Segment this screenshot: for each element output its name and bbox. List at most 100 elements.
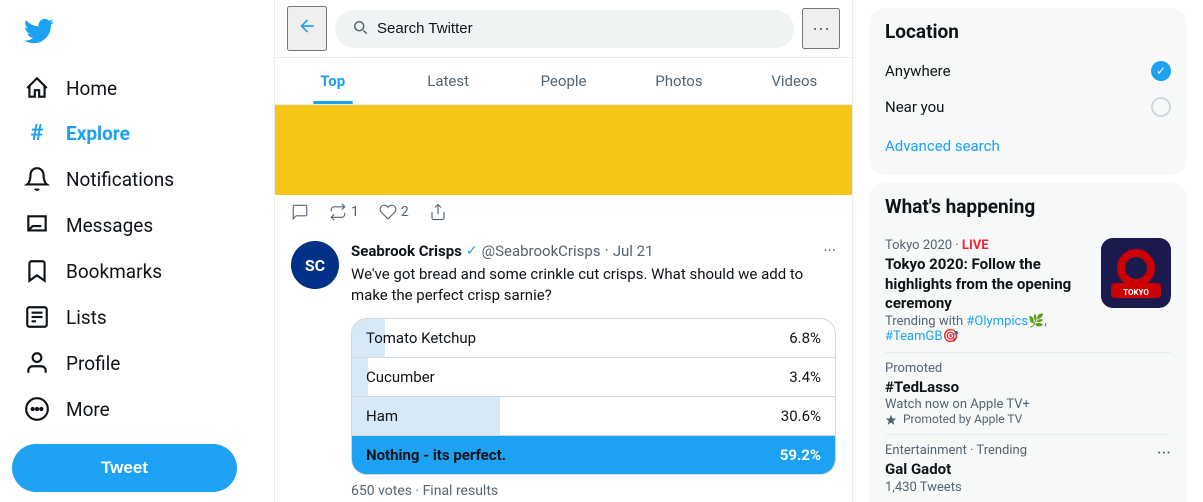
wh-sub: Trending with #Olympics🌿, #TeamGB🎯 bbox=[885, 314, 1091, 344]
sidebar: Home # Explore Notifications Messages Bo… bbox=[0, 0, 275, 502]
poll-option-pct: 59.2% bbox=[780, 446, 821, 464]
tweet-poll: Tomato Ketchup 6.8% Cucumber 3.4% Ham 30… bbox=[351, 318, 836, 475]
wh-name[interactable]: Gal Gadot bbox=[885, 460, 1147, 480]
sidebar-item-home[interactable]: Home bbox=[12, 65, 129, 111]
poll-option-4[interactable]: Nothing - its perfect. 59.2% bbox=[352, 436, 835, 474]
poll-option-3[interactable]: Ham 30.6% bbox=[352, 397, 835, 436]
wh-meta: Promoted bbox=[885, 361, 1171, 376]
avatar-seabrook: SC bbox=[291, 241, 339, 289]
poll-option-label: Cucumber bbox=[366, 368, 435, 386]
wh-meta: Entertainment · Trending bbox=[885, 443, 1147, 458]
sidebar-item-label: Profile bbox=[66, 352, 120, 375]
radio-anywhere[interactable] bbox=[1151, 61, 1171, 81]
tweet-dot: · bbox=[605, 241, 609, 260]
poll-option-label: Ham bbox=[366, 407, 398, 425]
search-box bbox=[335, 10, 794, 48]
home-icon bbox=[24, 75, 50, 101]
search-input[interactable] bbox=[377, 20, 778, 37]
wh-item-tokyo: Tokyo 2020 · LIVE Tokyo 2020: Follow the… bbox=[885, 230, 1171, 353]
sidebar-item-label: Explore bbox=[66, 122, 130, 145]
tab-videos[interactable]: Videos bbox=[737, 58, 852, 104]
sidebar-item-more[interactable]: More bbox=[12, 386, 122, 432]
sidebar-item-bookmarks[interactable]: Bookmarks bbox=[12, 248, 174, 294]
wh-name[interactable]: #TedLasso bbox=[885, 378, 1171, 398]
profile-icon bbox=[24, 350, 50, 376]
yellow-banner-image bbox=[275, 105, 852, 195]
tabs-bar: Top Latest People Photos Videos bbox=[275, 58, 852, 105]
wh-sub: Watch now on Apple TV+ bbox=[885, 397, 1171, 412]
tab-photos[interactable]: Photos bbox=[621, 58, 736, 104]
tweet-text: We've got bread and some crinkle cut cri… bbox=[351, 264, 836, 306]
wh-content-galgadot: Entertainment · Trending Gal Gadot 1,430… bbox=[885, 443, 1147, 495]
explore-icon: # bbox=[24, 121, 50, 146]
wh-content-tokyo: Tokyo 2020 · LIVE Tokyo 2020: Follow the… bbox=[885, 238, 1091, 344]
whats-happening-title: What's happening bbox=[885, 195, 1171, 218]
svg-text:SC: SC bbox=[305, 256, 325, 275]
wh-thumbnail-tokyo: TOKYO bbox=[1101, 238, 1171, 308]
poll-option-pct: 6.8% bbox=[789, 329, 821, 347]
bookmarks-icon bbox=[24, 258, 50, 284]
search-more-button[interactable]: ··· bbox=[802, 8, 840, 49]
poll-option-label: Tomato Ketchup bbox=[366, 329, 476, 347]
poll-footer: 650 votes · Final results bbox=[351, 483, 836, 499]
search-bar-area: ··· bbox=[275, 0, 852, 58]
poll-option-pct: 3.4% bbox=[789, 368, 821, 386]
sidebar-item-label: Notifications bbox=[66, 168, 174, 191]
wh-item-galgadot: Entertainment · Trending Gal Gadot 1,430… bbox=[885, 435, 1171, 502]
poll-option-label: Nothing - its perfect. bbox=[366, 446, 506, 464]
twitter-logo[interactable] bbox=[12, 8, 262, 61]
wh-name[interactable]: Tokyo 2020: Follow the highlights from t… bbox=[885, 255, 1091, 314]
location-section: Location Anywhere Near you Advanced sear… bbox=[869, 8, 1187, 175]
tweet-action-row: 1 2 bbox=[275, 195, 852, 229]
wh-meta: Tokyo 2020 · LIVE bbox=[885, 238, 1091, 253]
retweet-count: 1 bbox=[351, 204, 359, 220]
tab-people[interactable]: People bbox=[506, 58, 621, 104]
right-sidebar: Location Anywhere Near you Advanced sear… bbox=[853, 0, 1203, 502]
tweet-name: Seabrook Crisps bbox=[351, 242, 462, 260]
wh-more-button[interactable]: ··· bbox=[1157, 443, 1171, 464]
retweet-action[interactable]: 1 bbox=[329, 203, 359, 221]
whats-happening-section: What's happening Tokyo 2020 · LIVE Tokyo… bbox=[869, 183, 1187, 502]
back-button[interactable] bbox=[287, 6, 327, 51]
wh-content-tedlasso: Promoted #TedLasso Watch now on Apple TV… bbox=[885, 361, 1171, 427]
sidebar-item-explore[interactable]: # Explore bbox=[12, 111, 142, 156]
notifications-icon bbox=[24, 166, 50, 192]
tweet-user-info: Seabrook Crisps ✓ @SeabrookCrisps · Jul … bbox=[351, 241, 654, 260]
location-option-anywhere[interactable]: Anywhere bbox=[885, 53, 1171, 89]
wh-item-tedlasso: Promoted #TedLasso Watch now on Apple TV… bbox=[885, 353, 1171, 436]
lists-icon bbox=[24, 304, 50, 330]
sidebar-item-profile[interactable]: Profile bbox=[12, 340, 132, 386]
reply-action[interactable] bbox=[291, 203, 309, 221]
sidebar-item-messages[interactable]: Messages bbox=[12, 202, 165, 248]
share-action[interactable] bbox=[429, 203, 447, 221]
location-label-anywhere: Anywhere bbox=[885, 62, 951, 80]
tab-latest[interactable]: Latest bbox=[390, 58, 505, 104]
tweet-date: Jul 21 bbox=[613, 242, 654, 260]
tweet-seabrook: SC Seabrook Crisps ✓ @SeabrookCrisps · J… bbox=[275, 229, 852, 502]
promoted-badge: Promoted by Apple TV bbox=[885, 412, 1171, 426]
sidebar-item-label: Lists bbox=[66, 306, 107, 329]
tab-top[interactable]: Top bbox=[275, 58, 390, 104]
sidebar-item-notifications[interactable]: Notifications bbox=[12, 156, 186, 202]
tweet-more-button[interactable]: ··· bbox=[823, 241, 836, 260]
poll-option-2[interactable]: Cucumber 3.4% bbox=[352, 358, 835, 397]
location-option-nearyou[interactable]: Near you bbox=[885, 89, 1171, 125]
radio-nearyou[interactable] bbox=[1151, 97, 1171, 117]
sidebar-item-label: Bookmarks bbox=[66, 260, 162, 283]
svg-text:TOKYO: TOKYO bbox=[1123, 288, 1149, 297]
main-content: ··· Top Latest People Photos Videos 1 2 … bbox=[275, 0, 853, 502]
tweet-button[interactable]: Tweet bbox=[12, 444, 237, 492]
sidebar-item-label: Home bbox=[66, 77, 117, 100]
like-action[interactable]: 2 bbox=[379, 203, 409, 221]
sidebar-item-label: Messages bbox=[66, 214, 153, 237]
wh-live-badge: LIVE bbox=[962, 238, 989, 253]
sidebar-item-label: More bbox=[66, 398, 110, 421]
tweet-header: Seabrook Crisps ✓ @SeabrookCrisps · Jul … bbox=[351, 241, 836, 260]
tweet-body-seabrook: Seabrook Crisps ✓ @SeabrookCrisps · Jul … bbox=[351, 241, 836, 502]
poll-option-1[interactable]: Tomato Ketchup 6.8% bbox=[352, 319, 835, 358]
sidebar-item-lists[interactable]: Lists bbox=[12, 294, 119, 340]
search-icon bbox=[351, 18, 369, 40]
poll-option-pct: 30.6% bbox=[781, 407, 821, 425]
tweet-handle: @SeabrookCrisps bbox=[482, 242, 601, 260]
advanced-search-link[interactable]: Advanced search bbox=[885, 129, 1171, 163]
